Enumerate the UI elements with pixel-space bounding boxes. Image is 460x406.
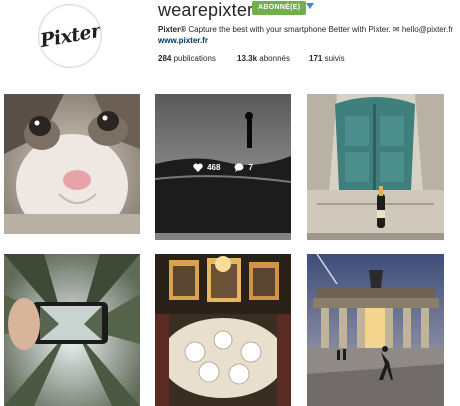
- following-button[interactable]: ABONNÉ(E): [252, 1, 307, 15]
- posts-label: publications: [173, 54, 216, 63]
- posts-stat: 284 publications: [158, 54, 216, 63]
- bio-text: Capture the best with your smartphone Be…: [186, 25, 454, 34]
- heart-icon: [193, 163, 203, 172]
- dinner-photo: [155, 254, 291, 406]
- following-count: 171: [309, 54, 323, 63]
- post-forest[interactable]: [4, 254, 140, 406]
- dropdown-arrow-icon[interactable]: [306, 3, 314, 9]
- posts-count: 284: [158, 54, 172, 63]
- post-beach[interactable]: 468 7: [155, 94, 291, 240]
- following-label: suivis: [324, 54, 345, 63]
- comments-stat: 7: [234, 162, 253, 172]
- bio-website-link[interactable]: www.pixter.fr: [158, 36, 208, 45]
- likes-count: 468: [207, 162, 221, 172]
- comments-count: 7: [248, 162, 253, 172]
- likes-stat: 468: [193, 163, 220, 172]
- cat-photo: [4, 94, 140, 234]
- followers-stat[interactable]: 13.3k abonnés: [237, 54, 290, 63]
- gate-photo: [307, 254, 444, 406]
- username: wearepixter: [158, 0, 254, 20]
- post-gate[interactable]: [307, 254, 444, 406]
- profile-avatar[interactable]: Pixter: [38, 4, 102, 68]
- bio-name: Pixter®: [158, 25, 187, 34]
- comment-icon: [234, 162, 244, 172]
- followers-label: abonnés: [259, 54, 290, 63]
- post-door[interactable]: [307, 94, 444, 240]
- forest-photo: [4, 254, 140, 406]
- post-hover-overlay: 468 7: [155, 94, 291, 240]
- door-photo: [307, 94, 444, 240]
- following-stat[interactable]: 171 suivis: [309, 54, 345, 63]
- profile-bio: Pixter® Capture the best with your smart…: [158, 24, 458, 46]
- followers-count: 13.3k: [237, 54, 258, 63]
- avatar-logo: Pixter: [38, 19, 102, 53]
- post-dinner[interactable]: [155, 254, 291, 406]
- post-cat[interactable]: [4, 94, 140, 234]
